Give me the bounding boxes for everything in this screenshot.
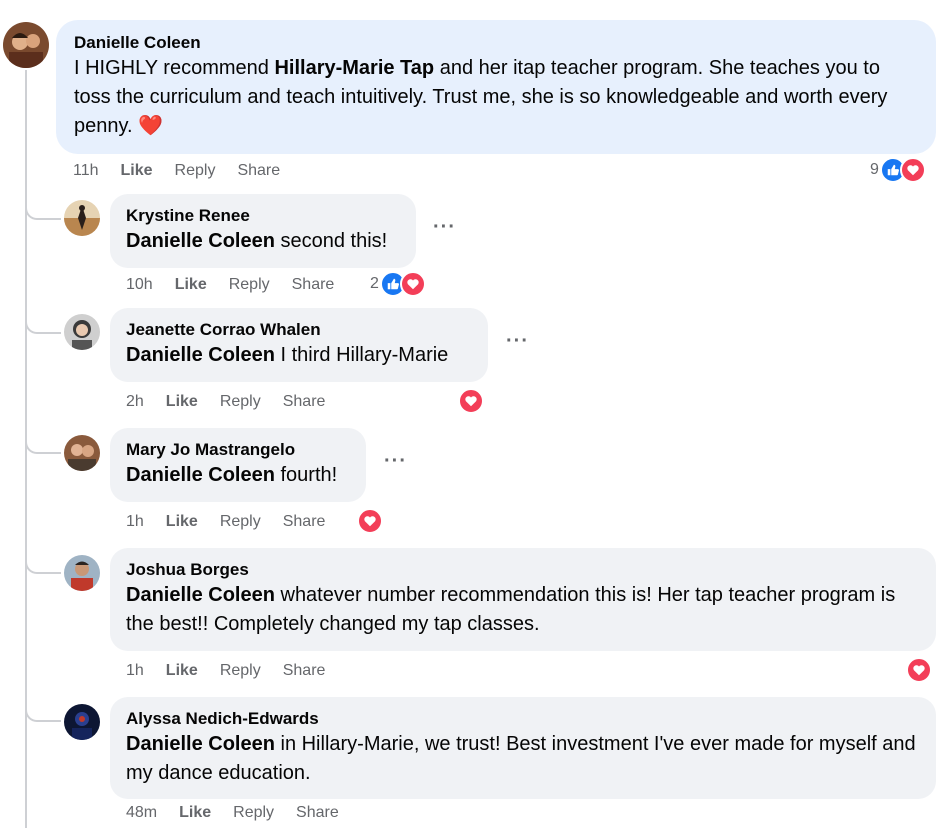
comment-actions: 10h Like Reply Share — [126, 274, 356, 296]
reply-connector — [25, 196, 61, 220]
mention-link[interactable]: Hillary-Marie Tap — [274, 57, 434, 79]
avatar[interactable] — [64, 555, 100, 591]
comment-author[interactable]: Danielle Coleen — [74, 32, 918, 54]
mention-link[interactable]: Danielle Coleen — [126, 584, 275, 606]
like-button[interactable]: Like — [175, 276, 207, 294]
comment-actions: 1h Like Reply Share — [126, 511, 347, 533]
reaction-summary[interactable] — [357, 508, 383, 534]
like-button[interactable]: Like — [121, 162, 153, 180]
comment-author[interactable]: Joshua Borges — [126, 559, 920, 581]
mention-link[interactable]: Danielle Coleen — [126, 733, 275, 755]
reply-connector — [25, 550, 61, 574]
comment-actions: 48m Like Reply Share — [126, 802, 361, 824]
reply-connector — [25, 698, 61, 722]
comment-time[interactable]: 2h — [126, 393, 144, 411]
comment-bubble: Alyssa Nedich-Edwards Danielle Coleen in… — [110, 697, 936, 799]
reply-button[interactable]: Reply — [220, 393, 261, 411]
comment-text: Danielle Coleen in Hillary-Marie, we tru… — [126, 733, 916, 784]
more-options-button[interactable]: ··· — [506, 330, 529, 353]
like-button[interactable]: Like — [179, 804, 211, 822]
reply-connector — [25, 430, 61, 454]
comment-bubble: Danielle Coleen I HIGHLY recommend Hilla… — [56, 20, 936, 154]
share-button[interactable]: Share — [283, 662, 326, 680]
more-options-button[interactable]: ··· — [384, 450, 407, 473]
comment-bubble: Jeanette Corrao Whalen Danielle Coleen I… — [110, 308, 488, 382]
comment-author[interactable]: Krystine Renee — [126, 205, 400, 227]
comment-text: Danielle Coleen I third Hillary-Marie — [126, 344, 449, 366]
reply-button[interactable]: Reply — [229, 276, 270, 294]
comment-time[interactable]: 10h — [126, 276, 153, 294]
mention-link[interactable]: Danielle Coleen — [126, 230, 275, 252]
reply-connector — [25, 310, 61, 334]
comment-author[interactable]: Jeanette Corrao Whalen — [126, 319, 472, 341]
like-button[interactable]: Like — [166, 513, 198, 531]
heart-icon — [899, 157, 926, 183]
comment-time[interactable]: 48m — [126, 804, 157, 822]
avatar[interactable] — [64, 704, 100, 740]
reaction-summary[interactable]: 9 — [870, 157, 926, 183]
comment-text: I HIGHLY recommend Hillary-Marie Tap and… — [74, 57, 888, 137]
comment-time[interactable]: 1h — [126, 513, 144, 531]
reaction-summary[interactable] — [906, 657, 932, 683]
comment-author[interactable]: Alyssa Nedich-Edwards — [126, 708, 920, 730]
more-options-button[interactable]: ··· — [433, 216, 456, 239]
comment-bubble: Joshua Borges Danielle Coleen whatever n… — [110, 548, 936, 651]
like-button[interactable]: Like — [166, 662, 198, 680]
avatar[interactable] — [64, 314, 100, 350]
heart-icon — [458, 388, 484, 414]
comment-actions: 11h Like Reply Share — [73, 160, 302, 182]
heart-icon — [906, 657, 932, 683]
reply-button[interactable]: Reply — [220, 513, 261, 531]
mention-link[interactable]: Danielle Coleen — [126, 344, 275, 366]
reaction-count: 9 — [870, 161, 879, 178]
comment-text: Danielle Coleen fourth! — [126, 464, 338, 486]
comment-actions: 2h Like Reply Share — [126, 391, 347, 413]
comment-text: Danielle Coleen second this! — [126, 230, 388, 252]
share-button[interactable]: Share — [237, 162, 280, 180]
reaction-summary[interactable] — [458, 388, 484, 414]
reply-button[interactable]: Reply — [233, 804, 274, 822]
heart-icon — [357, 508, 383, 534]
heart-icon — [399, 271, 426, 297]
share-button[interactable]: Share — [296, 804, 339, 822]
like-button[interactable]: Like — [166, 393, 198, 411]
comment-time[interactable]: 1h — [126, 662, 144, 680]
avatar[interactable] — [64, 200, 100, 236]
comment-text: Danielle Coleen whatever number recommen… — [126, 584, 896, 635]
mention-link[interactable]: Danielle Coleen — [126, 464, 275, 486]
comment-author[interactable]: Mary Jo Mastrangelo — [126, 439, 350, 461]
reply-button[interactable]: Reply — [175, 162, 216, 180]
reply-button[interactable]: Reply — [220, 662, 261, 680]
reaction-summary[interactable]: 2 — [370, 271, 426, 297]
comment-bubble: Krystine Renee Danielle Coleen second th… — [110, 194, 416, 268]
avatar[interactable] — [64, 435, 100, 471]
share-button[interactable]: Share — [283, 513, 326, 531]
share-button[interactable]: Share — [292, 276, 335, 294]
share-button[interactable]: Share — [283, 393, 326, 411]
comment-time[interactable]: 11h — [73, 162, 99, 180]
avatar[interactable] — [3, 22, 49, 68]
reaction-count: 2 — [370, 275, 379, 292]
comment-actions: 1h Like Reply Share — [126, 660, 347, 682]
comment-bubble: Mary Jo Mastrangelo Danielle Coleen four… — [110, 428, 366, 502]
